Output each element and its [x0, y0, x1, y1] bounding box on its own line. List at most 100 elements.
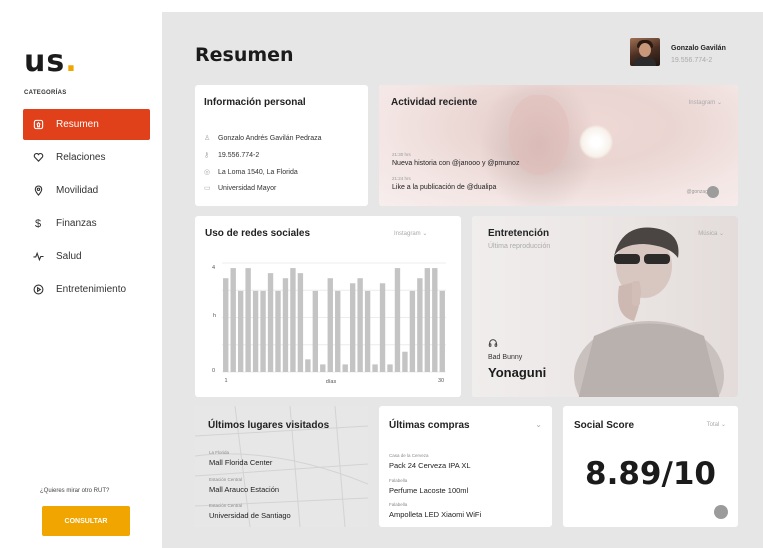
card-title: Información personal	[204, 97, 306, 108]
heart-icon	[32, 152, 44, 164]
card-title: Actividad reciente	[391, 97, 478, 108]
chart-bar	[260, 290, 266, 372]
chart-bar	[387, 364, 393, 372]
chart-bar	[267, 273, 274, 372]
purchase-name: Pack 24 Cerveza IPA XL	[389, 461, 471, 470]
page-title: Resumen	[195, 44, 294, 66]
chart-bar	[439, 290, 445, 372]
place-city: Estación Central	[209, 477, 243, 482]
activity-handle: @gonzag	[686, 189, 708, 195]
sidebar-item-resumen[interactable]: Resumen	[23, 109, 150, 140]
chart-bar	[290, 268, 296, 372]
app-logo[interactable]: us.	[24, 44, 78, 79]
chart-bar	[245, 268, 251, 372]
chart-bar	[237, 290, 244, 372]
personal-name-row: ♙ Gonzalo Andrés Gavilán Pedraza	[204, 134, 322, 143]
place-city: Estación Central	[209, 503, 243, 508]
chart-y-label: h	[213, 313, 216, 319]
other-rut-question: ¿Quieres mirar otro RUT?	[40, 488, 110, 494]
chart-x-label: días	[326, 379, 337, 385]
chevron-down-icon: ⌄	[716, 100, 722, 106]
user-name: Gonzalo Gavilán	[671, 45, 726, 52]
recent-activity-card: Actividad reciente Instagram ⌄ 21:30 hrs…	[379, 85, 738, 206]
briefcase-icon: ▭	[204, 185, 211, 192]
personal-rut-row: ⚷ 19.556.774-2	[204, 151, 260, 160]
personal-name: Gonzalo Andrés Gavilán Pedraza	[218, 134, 322, 142]
personal-address-row: ◎ La Loma 1540, La Florida	[204, 168, 298, 177]
card-title: Entretención	[488, 228, 550, 239]
sidebar-item-label: Finanzas	[56, 218, 97, 229]
avatar[interactable]	[630, 38, 660, 66]
last-places-card: Últimos lugares visitados La Florida Mal…	[195, 406, 368, 527]
personal-work-row: ▭ Universidad Mayor	[204, 184, 276, 193]
activity-time: 21:30 hrs	[392, 152, 411, 157]
place-city: La Florida	[209, 450, 230, 455]
entertainment-card: Entretención Última reproducción Música …	[472, 216, 738, 397]
play-icon	[32, 284, 44, 296]
flower-image	[579, 125, 613, 159]
chart-bar	[372, 364, 378, 372]
chart-bar	[432, 268, 438, 372]
card-title: Social Score	[574, 420, 635, 431]
sidebar-item-label: Movilidad	[56, 185, 99, 196]
chart-bar	[223, 278, 229, 372]
chart-bar	[312, 290, 319, 372]
purchase-name: Ampolleta LED Xiaomi WiFi	[389, 510, 482, 519]
place-name: Universidad de Santiago	[209, 511, 291, 520]
consult-button[interactable]: CONSULTAR	[42, 506, 130, 536]
chart-x-tick: 30	[438, 378, 444, 384]
chart-bar	[252, 290, 259, 372]
location-pin-icon	[32, 185, 44, 197]
chevron-down-icon[interactable]: ⌄	[535, 420, 542, 429]
score-type-dropdown[interactable]: Total ⌄	[707, 421, 726, 428]
chart-y-tick: 4	[212, 265, 215, 271]
chart-bar	[275, 290, 281, 372]
pulse-icon	[32, 251, 44, 263]
activity-time: 21:24 hrs	[392, 176, 411, 181]
instagram-icon[interactable]	[707, 186, 719, 198]
info-icon[interactable]	[714, 505, 728, 519]
activity-text: Nueva historia con @janooo y @pmunoz	[392, 160, 520, 167]
chart-bar	[327, 278, 333, 372]
chart-y-tick: 0	[212, 368, 215, 374]
social-usage-chart: 4 0 h 1 30 días	[212, 262, 446, 385]
activity-text: Like a la publicación de @dualipa	[392, 184, 497, 191]
sidebar-item-movilidad[interactable]: Movilidad	[23, 175, 150, 206]
user-rut: 19.556.774-2	[671, 57, 713, 64]
headphones-icon	[488, 339, 498, 347]
chart-bar	[335, 290, 341, 372]
personal-rut: 19.556.774-2	[218, 151, 260, 159]
sidebar-item-entretenimiento[interactable]: Entretenimiento	[23, 274, 150, 305]
sidebar-item-label: Resumen	[56, 119, 99, 130]
personal-address: La Loma 1540, La Florida	[218, 168, 298, 176]
card-title: Últimos lugares visitados	[208, 420, 330, 431]
sidebar-item-label: Relaciones	[56, 152, 106, 163]
chart-bar	[424, 268, 431, 372]
chart-x-tick: 1	[224, 378, 227, 384]
user-icon: ♙	[204, 135, 211, 142]
sidebar-nav: Resumen Relaciones Movilidad $ Finanzas …	[23, 109, 150, 307]
chart-bar	[320, 364, 326, 372]
social-usage-card: Uso de redes sociales Instagram ⌄ 4 0 h 1 30…	[195, 216, 461, 397]
sidebar-item-salud[interactable]: Salud	[23, 241, 150, 272]
chevron-down-icon: ⌄	[718, 231, 724, 237]
categories-label: CATEGORÍAS	[24, 90, 67, 96]
chart-bar	[394, 268, 401, 372]
home-icon	[32, 119, 44, 131]
purchase-name: Perfume Lacoste 100ml	[389, 486, 469, 495]
artist-photo	[574, 227, 724, 397]
chart-bar	[349, 283, 356, 372]
chart-bar	[230, 268, 236, 372]
activity-source-dropdown[interactable]: Instagram ⌄	[689, 99, 722, 106]
chart-bar	[409, 290, 416, 372]
chart-bar	[379, 283, 386, 372]
location-pin-icon: ◎	[204, 169, 211, 176]
chart-bar	[342, 364, 348, 372]
chart-bar	[402, 351, 408, 372]
chart-bar	[364, 290, 371, 372]
chart-bar	[417, 278, 423, 372]
entertainment-source-dropdown[interactable]: Música ⌄	[698, 230, 724, 237]
key-icon: ⚷	[204, 152, 210, 159]
sidebar-item-relaciones[interactable]: Relaciones	[23, 142, 150, 173]
sidebar-item-finanzas[interactable]: $ Finanzas	[23, 208, 150, 239]
